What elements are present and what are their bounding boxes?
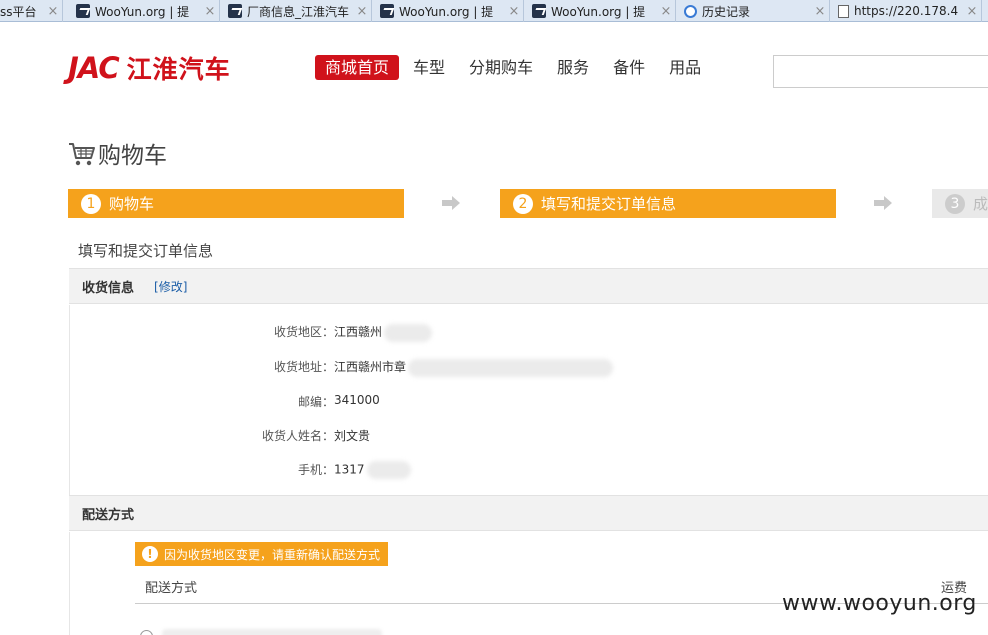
info-value: 江西赣州市章 (334, 358, 614, 377)
tab-title: 历史记录 (702, 4, 751, 19)
page-title-text: 购物车 (98, 143, 167, 169)
browser-tab[interactable]: https://220.178.4 × (832, 0, 982, 22)
region-value: 江西赣州 (334, 325, 383, 339)
wooyun-icon (228, 4, 242, 18)
step-number: 2 (513, 193, 533, 214)
info-row-postcode: 邮编： 341000 (70, 393, 670, 413)
step-complete: 3 成 (932, 189, 988, 218)
postcode-value: 341000 (334, 393, 380, 407)
search-input[interactable] (773, 55, 988, 88)
step-cart: 1 购物车 (68, 189, 404, 218)
shipping-info-title: 收货信息 (82, 280, 135, 296)
info-row-region: 收货地区： 江西赣州 (70, 323, 670, 343)
arrow-right-icon (874, 196, 892, 210)
info-row-address: 收货地址： 江西赣州市章 (70, 358, 670, 378)
info-label: 收货人姓名： (261, 429, 334, 443)
tab-title: ss平台 (0, 4, 37, 19)
browser-tab[interactable]: WooYun.org | 提 × (70, 0, 220, 22)
page-icon (838, 4, 849, 18)
info-value: 江西赣州 (334, 323, 433, 342)
close-icon[interactable]: × (201, 4, 219, 19)
jac-logo[interactable]: JAC 江淮汽车 (68, 51, 231, 85)
radio-button[interactable] (140, 630, 153, 635)
nav-item-parts[interactable]: 备件 (601, 55, 657, 80)
tab-title: https://220.178.4 (854, 4, 959, 18)
shopping-cart-icon (69, 143, 95, 166)
col-delivery-method: 配送方式 (145, 581, 198, 596)
info-label: 邮编： (297, 395, 334, 409)
browser-tab[interactable]: WooYun.org | 提 × (526, 0, 676, 22)
mobile-value: 1317 (334, 462, 365, 477)
edit-shipping-link[interactable]: [修改] (154, 278, 187, 295)
delivery-option-text (162, 629, 382, 635)
tab-title: WooYun.org | 提 (551, 4, 646, 19)
step-number: 1 (81, 193, 101, 214)
close-icon[interactable]: × (44, 4, 62, 19)
close-icon[interactable]: × (963, 4, 981, 19)
delivery-header: 配送方式 (69, 495, 988, 531)
browser-tab[interactable]: WooYun.org | 提 × (374, 0, 524, 22)
recipient-value: 刘文贵 (334, 429, 371, 443)
redacted-mask (408, 358, 614, 377)
info-row-mobile: 手机： 1317 (70, 461, 670, 481)
section-subtitle: 填写和提交订单信息 (78, 242, 214, 260)
step-label: 成 (973, 195, 988, 213)
step-fill-order: 2 填写和提交订单信息 (500, 189, 836, 218)
close-icon[interactable]: × (505, 4, 523, 19)
nav-item-accessories[interactable]: 用品 (657, 55, 713, 80)
logo-chinese: 江淮汽车 (126, 55, 231, 84)
page-root: ss平台 × WooYun.org | 提 × 厂商信息_江淮汽车 × WooY… (0, 0, 988, 635)
tab-title: 厂商信息_江淮汽车 (247, 4, 350, 19)
history-icon (684, 4, 697, 18)
wooyun-icon (532, 4, 546, 18)
close-icon[interactable]: × (353, 4, 371, 19)
arrow-right-icon (442, 196, 460, 210)
delivery-alert: ! 因为收货地区变更，请重新确认配送方式 (135, 542, 389, 566)
browser-tab[interactable]: 历史记录 × (678, 0, 830, 22)
address-value: 江西赣州市章 (334, 360, 407, 374)
page-title: 购物车 (68, 136, 167, 170)
info-row-recipient: 收货人姓名： 刘文贵 (70, 427, 670, 447)
browser-tab[interactable]: 厂商信息_江淮汽车 × (222, 0, 372, 22)
nav-item-home[interactable]: 商城首页 (315, 55, 400, 80)
delivery-option[interactable] (140, 627, 390, 635)
nav-item-financing[interactable]: 分期购车 (457, 55, 545, 80)
redacted-mask (384, 323, 433, 342)
alert-text: 因为收货地区变更，请重新确认配送方式 (164, 547, 381, 562)
nav-item-models[interactable]: 车型 (401, 55, 457, 80)
watermark: www.wooyun.org (782, 591, 977, 616)
main-nav: 商城首页 车型 分期购车 服务 备件 用品 (315, 55, 713, 80)
browser-tab[interactable]: ss平台 × (0, 0, 63, 22)
step-label: 填写和提交订单信息 (541, 195, 677, 213)
tab-title: WooYun.org | 提 (95, 4, 190, 19)
info-label: 收货地址： (273, 360, 334, 374)
nav-item-service[interactable]: 服务 (545, 55, 601, 80)
browser-tab-bar: ss平台 × WooYun.org | 提 × 厂商信息_江淮汽车 × WooY… (0, 0, 988, 22)
info-label: 收货地区： (273, 325, 334, 339)
info-label: 手机： (297, 463, 334, 477)
info-value: 1317 (334, 461, 411, 479)
step-label: 购物车 (109, 195, 155, 213)
close-icon[interactable]: × (811, 4, 829, 19)
step-number: 3 (945, 193, 965, 214)
tab-title: WooYun.org | 提 (399, 4, 494, 19)
warning-icon: ! (142, 546, 158, 562)
redacted-mask (366, 461, 411, 479)
close-icon[interactable]: × (657, 4, 675, 19)
wooyun-icon (76, 4, 90, 18)
delivery-title: 配送方式 (82, 507, 135, 523)
shipping-info-body: 收货地区： 江西赣州 收货地址： 江西赣州市章 邮编： 341000 收货人姓名… (69, 305, 988, 495)
logo-latin: JAC (68, 51, 120, 85)
wooyun-icon (380, 4, 394, 18)
shipping-info-header: 收货信息 [修改] (69, 268, 988, 304)
